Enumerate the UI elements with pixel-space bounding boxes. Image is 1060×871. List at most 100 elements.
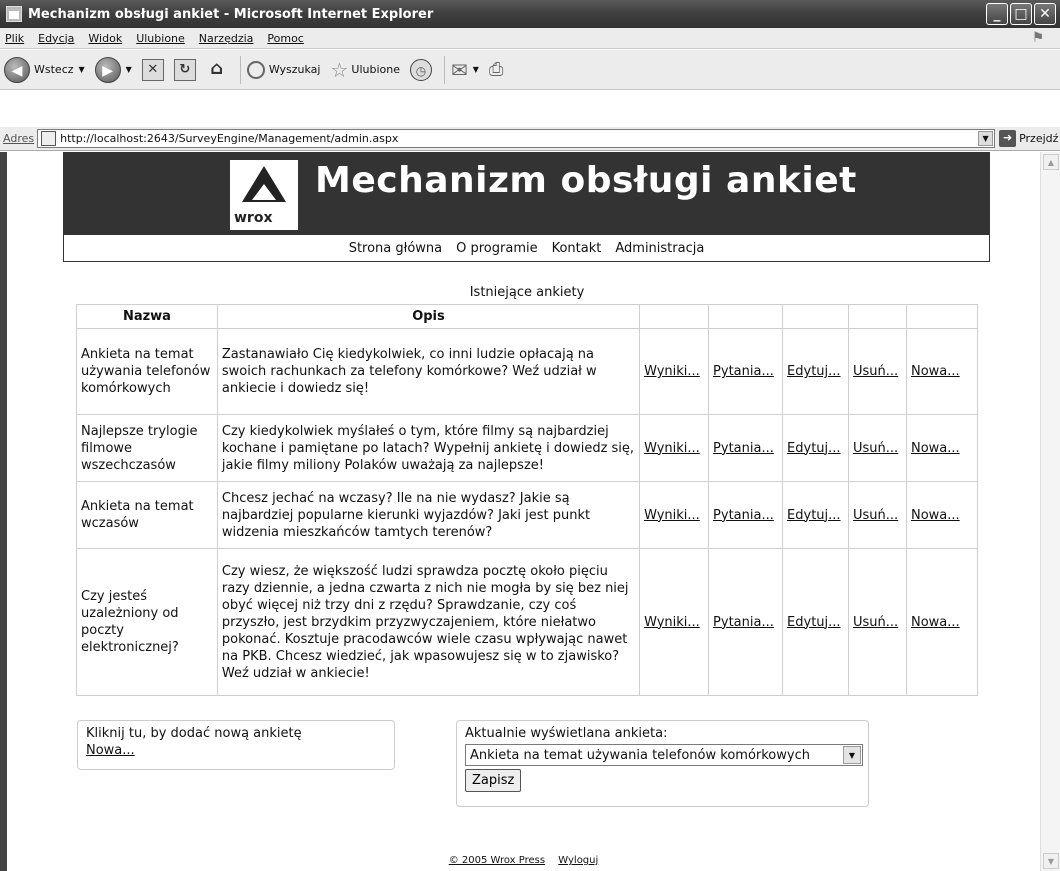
windows-logo-icon: ⚑ — [1031, 30, 1045, 46]
search-icon — [246, 60, 265, 79]
minimize-button[interactable]: _ — [986, 3, 1008, 25]
print-button[interactable]: ⎙ — [489, 59, 503, 80]
address-input[interactable]: http://localhost:2643/SurveyEngine/Manag… — [37, 129, 996, 148]
address-label: Adres — [3, 132, 35, 145]
back-label: Wstecz — [34, 63, 74, 76]
current-survey-select[interactable]: Ankieta na temat używania telefonów komó… — [465, 744, 863, 766]
stop-button[interactable]: ✕ — [141, 58, 164, 81]
vertical-scrollbar[interactable]: ▲ ▼ — [1040, 152, 1060, 871]
back-button[interactable]: ◀ Wstecz ▼ — [4, 56, 85, 83]
new-link[interactable]: Nowa... — [911, 364, 960, 379]
maximize-button[interactable]: □ — [1010, 3, 1032, 25]
current-survey-selected: Ankieta na temat używania telefonów komó… — [470, 748, 810, 763]
menu-edit[interactable]: Edycja — [38, 32, 74, 45]
copyright-link[interactable]: © 2005 Wrox Press — [449, 855, 545, 866]
new-survey-link[interactable]: Nowa... — [86, 743, 135, 758]
mail-button[interactable]: ✉ ▼ — [451, 58, 479, 82]
edit-link[interactable]: Edytuj... — [787, 508, 841, 523]
current-survey-label: Aktualnie wyświetlana ankieta: — [465, 726, 668, 741]
survey-name: Czy jesteś uzależniony od poczty elektro… — [76, 548, 218, 696]
menu-favorites[interactable]: Ulubione — [136, 32, 185, 45]
new-survey-text: Kliknij tu, by dodać nową ankietę — [86, 726, 302, 741]
favorites-button[interactable]: ☆ Ulubione — [330, 58, 400, 82]
close-button[interactable]: ✕ — [1034, 3, 1056, 25]
nav-contact[interactable]: Kontakt — [552, 241, 602, 256]
new-link[interactable]: Nowa... — [911, 508, 960, 523]
wrox-logo: wrox — [230, 160, 298, 230]
history-button[interactable]: ◷ — [410, 58, 433, 81]
survey-description: Czy kiedykolwiek myślałeś o tym, które f… — [216, 414, 641, 482]
results-link[interactable]: Wyniki... — [644, 441, 700, 456]
menu-help[interactable]: Pomoc — [267, 32, 303, 45]
nav-admin[interactable]: Administracja — [615, 241, 704, 256]
questions-link[interactable]: Pytania... — [713, 615, 774, 630]
chevron-down-icon[interactable]: ▼ — [843, 746, 861, 764]
refresh-button[interactable]: ↻ — [173, 58, 196, 81]
new-link[interactable]: Nowa... — [911, 441, 960, 456]
go-label: Przejdź — [1019, 132, 1059, 145]
toolbar-separator — [444, 55, 446, 84]
delete-link[interactable]: Usuń... — [853, 615, 898, 630]
survey-name: Ankieta na temat używania telefonów komó… — [76, 328, 218, 415]
surveys-caption: Istniejące ankiety — [469, 285, 585, 300]
menu-tools[interactable]: Narzędzia — [199, 32, 254, 45]
nav-about[interactable]: O programie — [456, 241, 537, 256]
search-button[interactable]: Wyszukaj — [246, 60, 320, 79]
table-row: Najlepsze trylogie filmowe wszechczasów … — [76, 414, 978, 482]
page-viewport: wrox Mechanizm obsługi ankiet Strona głó… — [7, 152, 1040, 871]
favorites-label: Ulubione — [351, 63, 401, 76]
column-header-name: Nazwa — [76, 304, 218, 329]
delete-link[interactable]: Usuń... — [853, 508, 898, 523]
site-header: wrox Mechanizm obsługi ankiet — [63, 152, 990, 235]
window-title: Mechanizm obsługi ankiet - Microsoft Int… — [28, 6, 434, 22]
delete-link[interactable]: Usuń... — [853, 364, 898, 379]
history-icon: ◷ — [410, 58, 433, 81]
back-arrow-icon: ◀ — [4, 56, 30, 83]
survey-description: Czy wiesz, że większość ludzi sprawdza p… — [216, 548, 641, 696]
save-button[interactable]: Zapisz — [465, 769, 522, 792]
window-title-bar: Mechanizm obsługi ankiet - Microsoft Int… — [0, 0, 1060, 28]
surveys-table: Nazwa Opis Ankieta na temat używania tel… — [76, 304, 978, 696]
nav-home[interactable]: Strona główna — [349, 241, 442, 256]
address-bar: Adres http://localhost:2643/SurveyEngine… — [0, 127, 1060, 151]
new-link[interactable]: Nowa... — [911, 615, 960, 630]
forward-button[interactable]: ▶ ▼ — [94, 56, 132, 83]
forward-arrow-icon: ▶ — [94, 56, 121, 83]
stop-icon: ✕ — [141, 58, 164, 81]
go-arrow-icon: ➜ — [999, 130, 1017, 147]
survey-name: Ankieta na temat wczasów — [76, 481, 218, 549]
edit-link[interactable]: Edytuj... — [787, 364, 841, 379]
questions-link[interactable]: Pytania... — [713, 508, 774, 523]
home-icon: ⌂ — [210, 57, 224, 79]
menu-view[interactable]: Widok — [88, 32, 122, 45]
star-icon: ☆ — [330, 57, 349, 82]
back-dropdown-icon[interactable]: ▼ — [79, 65, 85, 74]
menu-bar: Plik Edycja Widok Ulubione Narzędzia Pom… — [0, 28, 1060, 49]
survey-description: Chcesz jechać na wczasy? Ile na nie wyda… — [216, 481, 641, 549]
questions-link[interactable]: Pytania... — [713, 441, 774, 456]
menu-file[interactable]: Plik — [5, 32, 24, 45]
edit-link[interactable]: Edytuj... — [787, 441, 841, 456]
toolbar-separator — [239, 55, 241, 84]
scroll-up-icon[interactable]: ▲ — [1043, 154, 1059, 170]
delete-link[interactable]: Usuń... — [853, 441, 898, 456]
forward-dropdown-icon[interactable]: ▼ — [126, 65, 132, 74]
page-footer: © 2005 Wrox Press Wyloguj — [7, 855, 1040, 866]
address-url: http://localhost:2643/SurveyEngine/Manag… — [60, 132, 399, 145]
site-nav: Strona główna O programie Kontakt Admini… — [63, 235, 990, 262]
mail-dropdown-icon[interactable]: ▼ — [473, 65, 479, 74]
logout-link[interactable]: Wyloguj — [558, 855, 598, 866]
table-header-row: Nazwa Opis — [76, 304, 978, 329]
mail-icon: ✉ — [451, 57, 468, 82]
address-dropdown-icon[interactable]: ▼ — [978, 131, 994, 146]
go-button[interactable]: ➜ Przejdź — [999, 130, 1058, 147]
page-icon — [41, 131, 57, 146]
edit-link[interactable]: Edytuj... — [787, 615, 841, 630]
current-survey-panel: Aktualnie wyświetlana ankieta: Ankieta n… — [456, 720, 869, 807]
results-link[interactable]: Wyniki... — [644, 364, 700, 379]
home-button[interactable]: ⌂ — [206, 57, 228, 81]
scroll-down-icon[interactable]: ▼ — [1043, 853, 1059, 869]
results-link[interactable]: Wyniki... — [644, 508, 700, 523]
results-link[interactable]: Wyniki... — [644, 615, 700, 630]
questions-link[interactable]: Pytania... — [713, 364, 774, 379]
